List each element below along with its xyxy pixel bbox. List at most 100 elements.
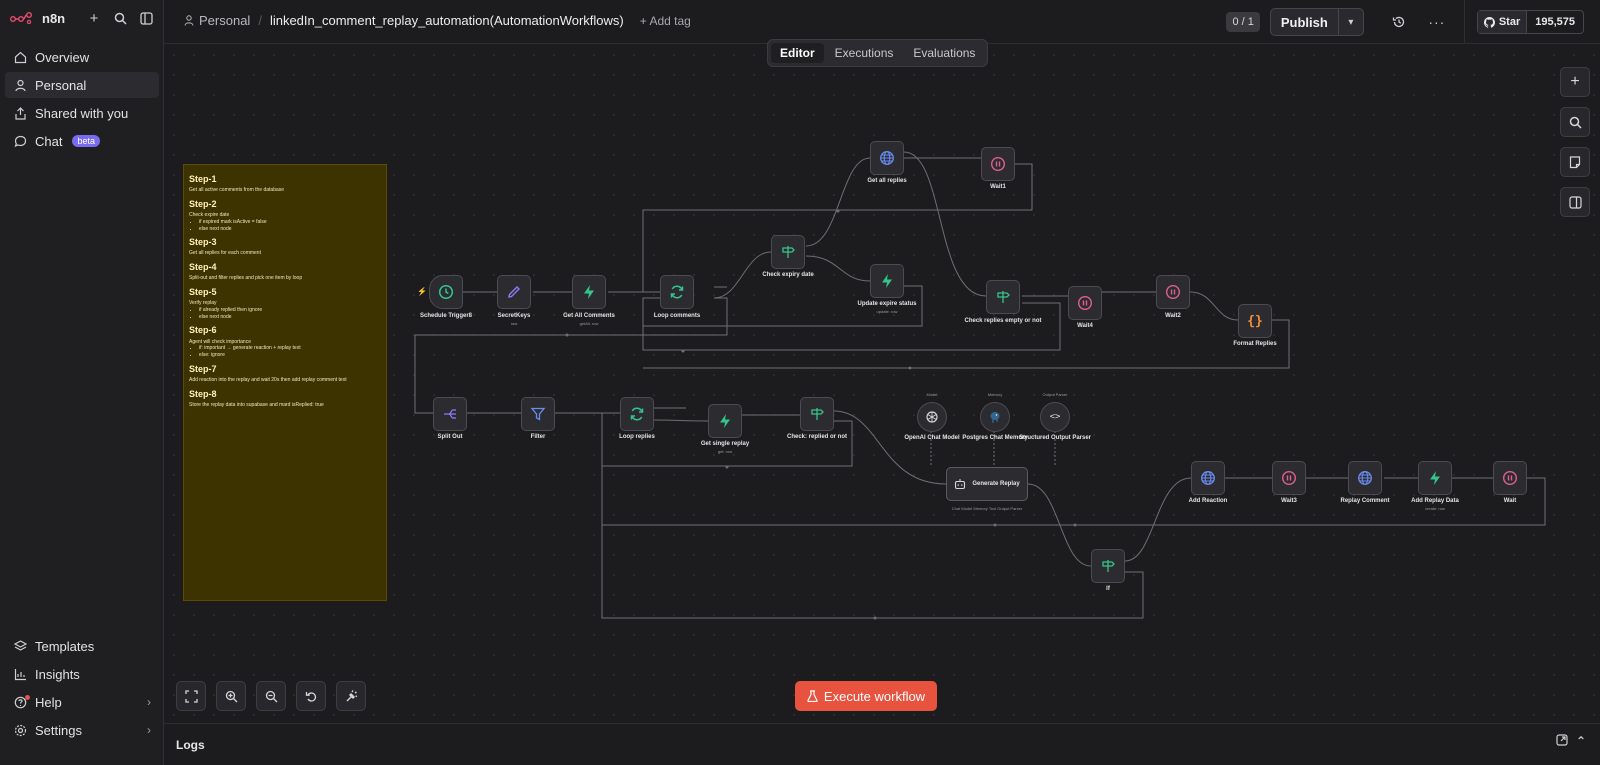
n8n-logo[interactable]: n8n — [10, 11, 65, 26]
node-openai-chat-model[interactable] — [917, 402, 947, 432]
node-if[interactable] — [1091, 549, 1125, 583]
sidebar-item-shared[interactable]: Shared with you — [5, 100, 159, 126]
node-split-out[interactable] — [433, 397, 467, 431]
node-update-expire-status[interactable] — [870, 264, 904, 298]
node-loop-replies[interactable] — [620, 397, 654, 431]
sidebar-item-personal[interactable]: Personal — [5, 72, 159, 98]
node-get-single-replay[interactable] — [708, 404, 742, 438]
globe-icon — [1358, 471, 1372, 485]
tidy-up-button[interactable] — [336, 681, 366, 711]
sidebar-item-settings[interactable]: Settings › — [5, 717, 159, 743]
node-add-replay-data[interactable] — [1418, 461, 1452, 495]
node-filter[interactable] — [521, 397, 555, 431]
sticky-note[interactable]: Step-1 Get all active comments from the … — [183, 164, 387, 601]
node-wait3[interactable] — [1272, 461, 1306, 495]
search-icon[interactable] — [112, 10, 128, 26]
node-label: Get All Comments — [563, 313, 615, 319]
node-postgres-chat-memory[interactable] — [980, 402, 1010, 432]
step-text: Check expire date — [189, 212, 230, 219]
sidebar-item-help[interactable]: Help › — [5, 689, 159, 715]
postgres-elephant-icon — [990, 412, 1000, 423]
node-loop-comments[interactable] — [660, 275, 694, 309]
connector-type-label: Memory — [987, 392, 1003, 397]
loop-icon — [630, 407, 644, 421]
star-label: Star — [1498, 16, 1521, 28]
tab-executions[interactable]: Executions — [826, 43, 903, 63]
step-title: Step-6 — [189, 325, 217, 336]
node-replay-comment[interactable] — [1348, 461, 1382, 495]
step-bullet: if already replied then ignore — [199, 307, 381, 314]
node-label: Generate Replay — [972, 481, 1020, 487]
node-label: Update expire status — [857, 301, 917, 307]
version-counter: 0 / 1 — [1226, 12, 1260, 32]
robot-agent-icon — [955, 479, 966, 490]
share-icon — [13, 106, 27, 120]
add-sticky-button[interactable] — [1560, 147, 1590, 177]
workflow-title[interactable]: linkedIn_comment_replay_automation(Autom… — [270, 13, 624, 28]
breadcrumb-project[interactable]: Personal — [184, 13, 250, 28]
node-wait[interactable] — [1493, 461, 1527, 495]
sidebar-item-label: Settings — [35, 722, 82, 738]
node-wait2[interactable] — [1156, 275, 1190, 309]
node-get-all-comments[interactable] — [572, 275, 606, 309]
notification-dot — [25, 695, 30, 700]
node-format-replies[interactable]: {} — [1238, 304, 1272, 338]
sidebar-toggle-icon[interactable] — [138, 10, 154, 26]
node-subtitle: create: row — [1425, 506, 1445, 511]
sidebar-item-templates[interactable]: Templates — [5, 633, 159, 659]
step-text: Get all replies for each comment — [189, 250, 261, 257]
more-options-icon[interactable]: ··· — [1420, 14, 1454, 30]
zoom-in-button[interactable] — [216, 681, 246, 711]
node-label: Wait — [1503, 498, 1517, 504]
chevron-right-icon: › — [147, 695, 151, 709]
history-icon[interactable] — [1382, 15, 1416, 29]
loop-icon — [670, 285, 684, 299]
publish-button[interactable]: Publish — [1271, 9, 1339, 35]
sidebar-item-insights[interactable]: Insights — [5, 661, 159, 687]
plus-icon[interactable]: + — [86, 10, 102, 27]
node-wait4[interactable] — [1068, 286, 1102, 320]
step-bullet: if expired mark isActive = false — [199, 219, 381, 226]
search-nodes-button[interactable] — [1560, 107, 1590, 137]
step-title: Step-7 — [189, 363, 217, 374]
tab-editor[interactable]: Editor — [771, 43, 824, 63]
add-node-button[interactable]: + — [1560, 67, 1590, 97]
node-add-reaction[interactable] — [1191, 461, 1225, 495]
reset-zoom-button[interactable] — [296, 681, 326, 711]
step-bullet: else: ignore — [199, 352, 381, 359]
popout-icon[interactable] — [1556, 734, 1568, 746]
github-star-button[interactable]: Star 195,575 — [1476, 10, 1584, 34]
node-generate-replay[interactable]: Generate Replay — [946, 467, 1028, 501]
add-tag-button[interactable]: + Add tag — [640, 14, 691, 28]
node-check-replied[interactable] — [800, 397, 834, 431]
sidebar-item-overview[interactable]: Overview — [5, 44, 159, 70]
sidebar-item-label: Help — [35, 694, 62, 710]
chevron-down-icon[interactable]: ▾ — [1339, 17, 1363, 28]
zoom-out-button[interactable] — [256, 681, 286, 711]
node-secretkeys[interactable] — [497, 275, 531, 309]
node-check-expiry-date[interactable] — [771, 235, 805, 269]
code-brackets-icon: <> — [1049, 412, 1061, 422]
if-signpost-icon — [811, 408, 824, 420]
node-get-all-replies[interactable] — [870, 141, 904, 175]
breadcrumb-separator: / — [258, 13, 262, 28]
node-check-replies-empty[interactable] — [986, 280, 1020, 314]
clock-icon — [438, 284, 454, 300]
sidebar-item-chat[interactable]: Chat beta — [5, 128, 159, 154]
node-label: Wait1 — [990, 184, 1006, 190]
execute-workflow-button[interactable]: Execute workflow — [795, 681, 937, 711]
globe-icon — [1201, 471, 1215, 485]
step-bullet: else next node — [199, 226, 381, 233]
toggle-panel-button[interactable] — [1560, 187, 1590, 217]
node-structured-output-parser[interactable]: <> — [1040, 402, 1070, 432]
execute-label: Execute workflow — [823, 688, 926, 704]
node-schedule-trigger[interactable] — [429, 275, 463, 309]
logs-panel[interactable]: Logs ⌃ — [164, 723, 1600, 765]
tab-evaluations[interactable]: Evaluations — [904, 43, 984, 63]
star-count: 195,575 — [1535, 16, 1575, 28]
pause-icon — [1502, 470, 1518, 486]
node-wait1[interactable] — [981, 147, 1015, 181]
sidebar-bottom-nav: Templates Insights Help › Settings › — [5, 633, 159, 745]
chevron-up-icon[interactable]: ⌃ — [1576, 734, 1586, 748]
fit-view-button[interactable] — [176, 681, 206, 711]
